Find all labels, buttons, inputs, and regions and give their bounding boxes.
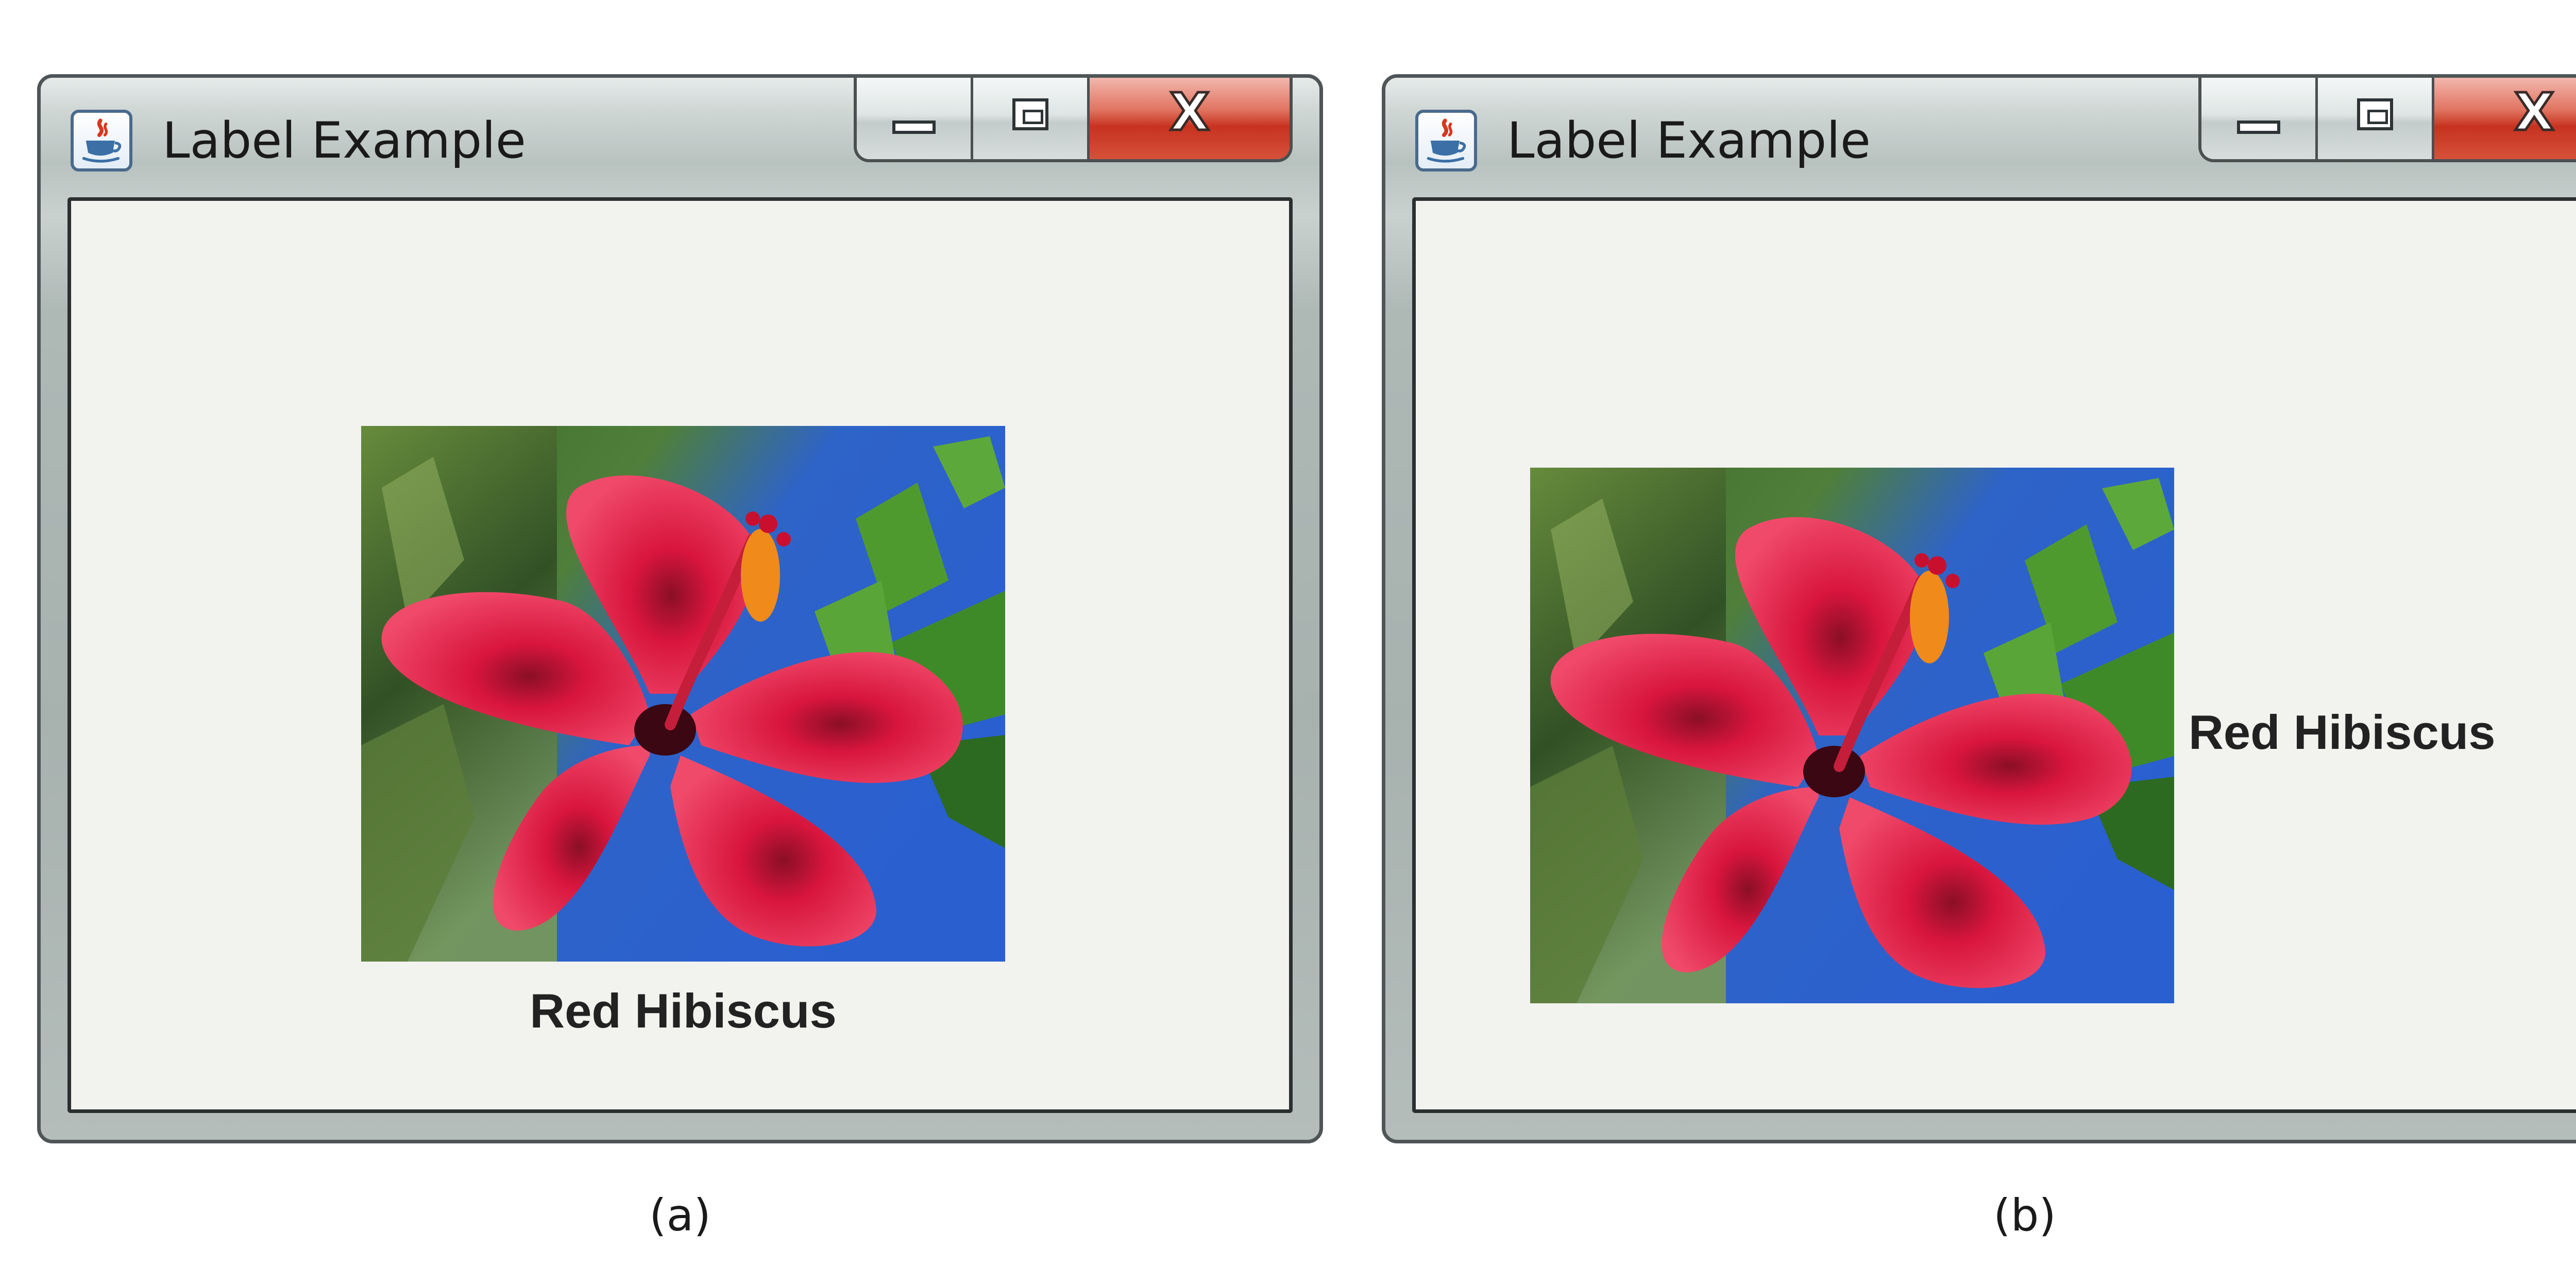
close-button[interactable]: X (1090, 78, 1290, 159)
maximize-icon (1012, 98, 1048, 130)
hibiscus-image-icon (1530, 468, 2174, 1003)
label-example-window-b: Label Example X Red Hibiscus (1382, 74, 2576, 1143)
minimize-button[interactable] (857, 78, 973, 159)
title-bar[interactable]: Label Example X (41, 78, 1319, 197)
label-example-window-a: Label Example X Red Hibiscus (37, 74, 1323, 1143)
content-pane: Red Hibiscus (67, 197, 1293, 1113)
hibiscus-image-icon (361, 426, 1005, 962)
minimize-icon (892, 121, 936, 134)
content-pane: Red Hibiscus (1412, 197, 2576, 1113)
maximize-button[interactable] (2318, 78, 2434, 159)
java-cup-icon[interactable] (71, 110, 132, 172)
close-icon: X (2513, 82, 2555, 142)
caption-buttons: X (2198, 78, 2576, 162)
label-text: Red Hibiscus (530, 984, 837, 1038)
caption-buttons: X (854, 78, 1293, 162)
java-cup-icon[interactable] (1415, 110, 1477, 172)
minimize-icon (2236, 121, 2280, 134)
title-bar[interactable]: Label Example X (1385, 78, 2576, 197)
close-button[interactable]: X (2434, 78, 2576, 159)
minimize-button[interactable] (2201, 78, 2318, 159)
figure-caption-a: (a) (649, 1190, 711, 1241)
close-icon: X (1168, 82, 1211, 142)
maximize-button[interactable] (973, 78, 1090, 159)
maximize-icon (2357, 98, 2393, 130)
figure-caption-b: (b) (1993, 1190, 2056, 1241)
window-title: Label Example (1507, 112, 1871, 169)
label-text: Red Hibiscus (2189, 705, 2496, 759)
window-title: Label Example (162, 112, 526, 169)
